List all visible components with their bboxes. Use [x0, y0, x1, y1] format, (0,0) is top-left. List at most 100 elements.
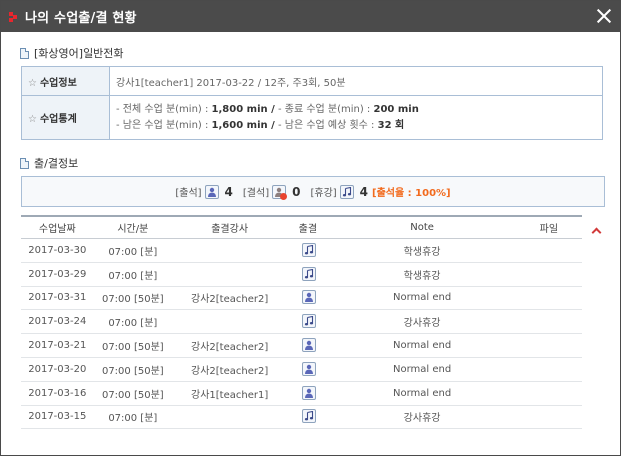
col-header-attendance: 출결: [287, 215, 329, 239]
col-header-date: 수업날짜: [21, 215, 94, 239]
cell-note: 강사휴강: [328, 309, 516, 335]
attendance-rate: [출석율 : 100%]: [372, 188, 451, 199]
cell-file: [515, 405, 582, 430]
cell-teacher: 강사2[teacher2]: [172, 357, 288, 382]
absent-person-icon: [272, 184, 288, 200]
document-icon: [20, 47, 29, 59]
cell-file: [515, 381, 582, 406]
cell-file: [515, 286, 582, 311]
person-icon: [302, 290, 317, 305]
window-title: 나의 수업출/결 현황: [25, 11, 137, 26]
holiday-label: [휴강]: [310, 188, 337, 199]
person-icon: [302, 385, 317, 400]
music-note-icon: [339, 184, 354, 199]
cell-time: 07:00 [분]: [93, 238, 173, 263]
course-section-header: [화상영어]일반전화: [20, 45, 124, 61]
cell-time: 07:00 [50분]: [93, 381, 173, 406]
attendance-table: 수업날짜 시간/분 출결강사 출결 Note 파일 2017-03-30 07:0…: [21, 215, 582, 430]
cell-time: 07:00 [50분]: [93, 357, 173, 382]
cell-teacher: [172, 262, 288, 287]
col-header-time: 시간/분: [93, 215, 173, 239]
attendance-summary: [출석] 4 [결석] 0 [휴강] 4 [출석율 : 100%]: [21, 176, 605, 207]
cell-teacher: [172, 405, 288, 430]
cell-date: 2017-03-29: [21, 262, 94, 287]
cell-note: 강사휴강: [328, 405, 516, 430]
info-value: 강사1[teacher1] 2017-03-22 / 12주, 주3회, 50분: [109, 66, 603, 96]
absent-summary: [결석] 0: [242, 184, 301, 200]
cell-attendance: [287, 286, 329, 311]
cell-attendance: [287, 262, 329, 287]
absent-label: [결석]: [242, 188, 270, 199]
attendance-section-title: 출/결정보: [34, 157, 79, 170]
cell-date: 2017-03-20: [21, 357, 94, 382]
music-note-icon: [302, 409, 317, 424]
scroll-top-icon[interactable]: [592, 227, 602, 235]
title-mark-icon: [9, 11, 19, 22]
cell-attendance: [287, 357, 329, 382]
ended-minutes-label: - 종료 수업 분(min) :: [277, 103, 371, 115]
person-icon: [302, 361, 317, 376]
cell-date: 2017-03-16: [21, 381, 94, 406]
cell-time: 07:00 [분]: [93, 262, 173, 287]
title-bar: 나의 수업출/결 현황: [1, 1, 620, 32]
course-info-table: ☆ 수업정보 강사1[teacher1] 2017-03-22 / 12주, 주3…: [21, 66, 603, 140]
col-header-teacher: 출결강사: [172, 215, 288, 239]
course-section-title: [화상영어]일반전화: [34, 47, 124, 60]
total-minutes-value: 1,800 min /: [211, 103, 275, 115]
attendance-section-header: 출/결정보: [20, 155, 78, 171]
cell-date: 2017-03-24: [21, 309, 94, 335]
cell-attendance: [287, 405, 329, 430]
present-count: 4: [224, 184, 233, 199]
stats-label-cell: ☆ 수업통계: [21, 95, 110, 140]
cell-file: [515, 357, 582, 382]
table-row: 2017-03-21 07:00 [50분] 강사2[teacher2] Normal…: [21, 333, 582, 358]
person-icon: [204, 184, 219, 199]
music-note-icon: [302, 266, 317, 281]
absent-count: 0: [292, 184, 301, 199]
ended-minutes-value: 200 min: [373, 103, 419, 115]
music-note-icon: [302, 242, 317, 257]
cell-note: Normal end: [328, 333, 516, 358]
present-summary: [출석] 4: [175, 184, 233, 199]
expected-count-label: - 남은 수업 예상 횟수 :: [277, 119, 375, 131]
attendance-dialog: 나의 수업출/결 현황 [화상영어]일반전화 ☆ 수업정보 강사1[teacher…: [0, 0, 621, 456]
document-icon: [20, 157, 29, 169]
stats-label: 수업통계: [39, 114, 77, 125]
cell-attendance: [287, 309, 329, 335]
table-row: 2017-03-29 07:00 [분] 학생휴강: [21, 262, 582, 287]
cell-teacher: 강사2[teacher2]: [172, 286, 288, 311]
cell-note: Normal end: [328, 286, 516, 311]
cell-time: 07:00 [분]: [93, 405, 173, 430]
cell-note: 학생휴강: [328, 262, 516, 287]
close-icon[interactable]: [594, 6, 614, 26]
expected-count-value: 32 회: [377, 119, 405, 131]
music-note-icon: [302, 314, 317, 329]
cell-file: [515, 333, 582, 358]
table-row: 2017-03-15 07:00 [분] 강사휴강: [21, 405, 582, 430]
remaining-minutes-value: 1,600 min /: [211, 119, 275, 131]
cell-date: 2017-03-31: [21, 286, 94, 311]
cell-file: [515, 309, 582, 335]
cell-time: 07:00 [50분]: [93, 333, 173, 358]
cell-attendance: [287, 333, 329, 358]
cell-note: Normal end: [328, 357, 516, 382]
cell-file: [515, 238, 582, 263]
table-row: 2017-03-31 07:00 [50분] 강사2[teacher2] Normal…: [21, 286, 582, 311]
cell-teacher: 강사1[teacher1]: [172, 381, 288, 406]
cell-attendance: [287, 381, 329, 406]
cell-note: Normal end: [328, 381, 516, 406]
cell-time: 07:00 [50분]: [93, 286, 173, 311]
table-row: 2017-03-16 07:00 [50분] 강사1[teacher1] Normal…: [21, 381, 582, 406]
cell-file: [515, 262, 582, 287]
present-label: [출석]: [175, 188, 202, 199]
cell-teacher: [172, 309, 288, 335]
cell-time: 07:00 [분]: [93, 309, 173, 335]
cell-teacher: [172, 238, 288, 263]
stats-value: - 전체 수업 분(min) : 1,800 min / - 종료 수업 분(m…: [109, 95, 603, 140]
table-header-row: 수업날짜 시간/분 출결강사 출결 Note 파일: [21, 215, 582, 239]
holiday-summary: [휴강] 4 [출석율 : 100%]: [310, 184, 451, 199]
info-label: 수업정보: [39, 77, 77, 89]
cell-attendance: [287, 238, 329, 263]
person-icon: [302, 338, 317, 353]
cell-teacher: 강사2[teacher2]: [172, 333, 288, 358]
